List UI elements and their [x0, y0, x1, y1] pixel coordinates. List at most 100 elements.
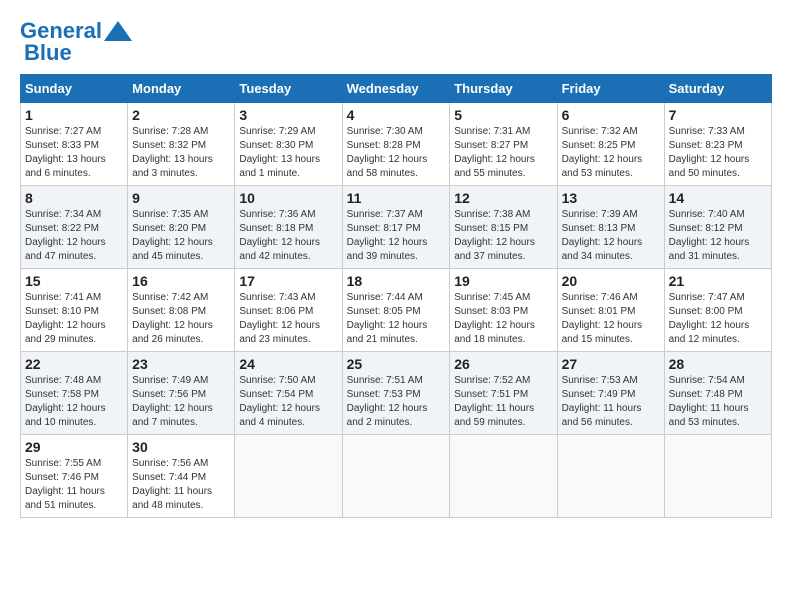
calendar-cell: 4 Sunrise: 7:30 AM Sunset: 8:28 PM Daylig… — [342, 103, 450, 186]
weekday-header-row: SundayMondayTuesdayWednesdayThursdayFrid… — [21, 75, 772, 103]
day-number: 17 — [239, 273, 337, 289]
day-number: 14 — [669, 190, 767, 206]
day-number: 27 — [562, 356, 660, 372]
day-number: 26 — [454, 356, 552, 372]
day-number: 24 — [239, 356, 337, 372]
calendar-cell — [235, 435, 342, 518]
calendar-cell: 23 Sunrise: 7:49 AM Sunset: 7:56 PM Dayli… — [128, 352, 235, 435]
day-number: 28 — [669, 356, 767, 372]
calendar-cell: 7Sunrise: 7:33 AM Sunset: 8:23 PM Daylig… — [664, 103, 771, 186]
day-detail: Sunrise: 7:28 AM Sunset: 8:32 PM Dayligh… — [132, 125, 230, 181]
day-detail: Sunrise: 7:39 AM Sunset: 8:13 PM Dayligh… — [562, 208, 660, 264]
logo-icon — [104, 21, 132, 41]
day-number: 6 — [562, 107, 660, 123]
calendar-cell: 2 Sunrise: 7:28 AM Sunset: 8:32 PM Daylig… — [128, 103, 235, 186]
day-number: 20 — [562, 273, 660, 289]
day-number: 15 — [25, 273, 123, 289]
day-number: 21 — [669, 273, 767, 289]
calendar-cell: 16 Sunrise: 7:42 AM Sunset: 8:08 PM Dayli… — [128, 269, 235, 352]
day-detail: Sunrise: 7:48 AM Sunset: 7:58 PM Dayligh… — [25, 374, 123, 430]
day-detail: Sunrise: 7:49 AM Sunset: 7:56 PM Dayligh… — [132, 374, 230, 430]
calendar-week-row: 1Sunrise: 7:27 AM Sunset: 8:33 PM Daylig… — [21, 103, 772, 186]
day-number: 11 — [347, 190, 446, 206]
calendar-cell: 30 Sunrise: 7:56 AM Sunset: 7:44 PM Dayli… — [128, 435, 235, 518]
day-detail: Sunrise: 7:29 AM Sunset: 8:30 PM Dayligh… — [239, 125, 337, 181]
day-detail: Sunrise: 7:30 AM Sunset: 8:28 PM Dayligh… — [347, 125, 446, 181]
day-number: 22 — [25, 356, 123, 372]
day-number: 19 — [454, 273, 552, 289]
day-detail: Sunrise: 7:33 AM Sunset: 8:23 PM Dayligh… — [669, 125, 767, 181]
calendar-cell: 13 Sunrise: 7:39 AM Sunset: 8:13 PM Dayli… — [557, 186, 664, 269]
calendar-cell: 10 Sunrise: 7:36 AM Sunset: 8:18 PM Dayli… — [235, 186, 342, 269]
day-number: 8 — [25, 190, 123, 206]
day-detail: Sunrise: 7:37 AM Sunset: 8:17 PM Dayligh… — [347, 208, 446, 264]
calendar-week-row: 29 Sunrise: 7:55 AM Sunset: 7:46 PM Dayli… — [21, 435, 772, 518]
day-detail: Sunrise: 7:53 AM Sunset: 7:49 PM Dayligh… — [562, 374, 660, 430]
weekday-header: Wednesday — [342, 75, 450, 103]
day-detail: Sunrise: 7:41 AM Sunset: 8:10 PM Dayligh… — [25, 291, 123, 347]
calendar-cell: 18 Sunrise: 7:44 AM Sunset: 8:05 PM Dayli… — [342, 269, 450, 352]
day-number: 5 — [454, 107, 552, 123]
day-detail: Sunrise: 7:44 AM Sunset: 8:05 PM Dayligh… — [347, 291, 446, 347]
logo: General Blue — [20, 20, 132, 64]
day-detail: Sunrise: 7:32 AM Sunset: 8:25 PM Dayligh… — [562, 125, 660, 181]
day-number: 16 — [132, 273, 230, 289]
weekday-header: Tuesday — [235, 75, 342, 103]
calendar-cell: 3 Sunrise: 7:29 AM Sunset: 8:30 PM Daylig… — [235, 103, 342, 186]
calendar-cell: 29 Sunrise: 7:55 AM Sunset: 7:46 PM Dayli… — [21, 435, 128, 518]
day-detail: Sunrise: 7:34 AM Sunset: 8:22 PM Dayligh… — [25, 208, 123, 264]
day-number: 2 — [132, 107, 230, 123]
calendar-cell: 6 Sunrise: 7:32 AM Sunset: 8:25 PM Daylig… — [557, 103, 664, 186]
day-number: 25 — [347, 356, 446, 372]
calendar-cell — [450, 435, 557, 518]
day-detail: Sunrise: 7:38 AM Sunset: 8:15 PM Dayligh… — [454, 208, 552, 264]
weekday-header: Sunday — [21, 75, 128, 103]
calendar-cell: 11 Sunrise: 7:37 AM Sunset: 8:17 PM Dayli… — [342, 186, 450, 269]
day-detail: Sunrise: 7:52 AM Sunset: 7:51 PM Dayligh… — [454, 374, 552, 430]
day-number: 29 — [25, 439, 123, 455]
calendar-cell: 25Sunrise: 7:51 AM Sunset: 7:53 PM Dayli… — [342, 352, 450, 435]
day-number: 9 — [132, 190, 230, 206]
calendar-cell: 12 Sunrise: 7:38 AM Sunset: 8:15 PM Dayli… — [450, 186, 557, 269]
calendar-cell: 28Sunrise: 7:54 AM Sunset: 7:48 PM Dayli… — [664, 352, 771, 435]
day-number: 1 — [25, 107, 123, 123]
weekday-header: Monday — [128, 75, 235, 103]
day-detail: Sunrise: 7:31 AM Sunset: 8:27 PM Dayligh… — [454, 125, 552, 181]
calendar-cell: 14Sunrise: 7:40 AM Sunset: 8:12 PM Dayli… — [664, 186, 771, 269]
calendar-cell — [664, 435, 771, 518]
day-number: 30 — [132, 439, 230, 455]
day-detail: Sunrise: 7:45 AM Sunset: 8:03 PM Dayligh… — [454, 291, 552, 347]
logo-blue-text: Blue — [24, 42, 72, 64]
day-detail: Sunrise: 7:55 AM Sunset: 7:46 PM Dayligh… — [25, 457, 123, 513]
day-detail: Sunrise: 7:43 AM Sunset: 8:06 PM Dayligh… — [239, 291, 337, 347]
calendar-cell: 21 Sunrise: 7:47 AM Sunset: 8:00 PM Dayli… — [664, 269, 771, 352]
day-detail: Sunrise: 7:42 AM Sunset: 8:08 PM Dayligh… — [132, 291, 230, 347]
calendar-week-row: 22 Sunrise: 7:48 AM Sunset: 7:58 PM Dayli… — [21, 352, 772, 435]
calendar-cell: 26 Sunrise: 7:52 AM Sunset: 7:51 PM Dayli… — [450, 352, 557, 435]
calendar-cell: 17 Sunrise: 7:43 AM Sunset: 8:06 PM Dayli… — [235, 269, 342, 352]
calendar-cell: 5 Sunrise: 7:31 AM Sunset: 8:27 PM Daylig… — [450, 103, 557, 186]
weekday-header: Thursday — [450, 75, 557, 103]
calendar-table: SundayMondayTuesdayWednesdayThursdayFrid… — [20, 74, 772, 518]
day-detail: Sunrise: 7:47 AM Sunset: 8:00 PM Dayligh… — [669, 291, 767, 347]
calendar-cell: 8 Sunrise: 7:34 AM Sunset: 8:22 PM Daylig… — [21, 186, 128, 269]
day-detail: Sunrise: 7:56 AM Sunset: 7:44 PM Dayligh… — [132, 457, 230, 513]
day-number: 13 — [562, 190, 660, 206]
day-number: 23 — [132, 356, 230, 372]
weekday-header: Friday — [557, 75, 664, 103]
weekday-header: Saturday — [664, 75, 771, 103]
calendar-cell — [557, 435, 664, 518]
calendar-cell: 1Sunrise: 7:27 AM Sunset: 8:33 PM Daylig… — [21, 103, 128, 186]
day-number: 4 — [347, 107, 446, 123]
day-number: 12 — [454, 190, 552, 206]
day-number: 3 — [239, 107, 337, 123]
day-detail: Sunrise: 7:36 AM Sunset: 8:18 PM Dayligh… — [239, 208, 337, 264]
calendar-cell: 22 Sunrise: 7:48 AM Sunset: 7:58 PM Dayli… — [21, 352, 128, 435]
day-detail: Sunrise: 7:46 AM Sunset: 8:01 PM Dayligh… — [562, 291, 660, 347]
calendar-cell: 19 Sunrise: 7:45 AM Sunset: 8:03 PM Dayli… — [450, 269, 557, 352]
day-number: 10 — [239, 190, 337, 206]
page-header: General Blue — [20, 20, 772, 64]
calendar-cell: 24Sunrise: 7:50 AM Sunset: 7:54 PM Dayli… — [235, 352, 342, 435]
day-number: 18 — [347, 273, 446, 289]
calendar-cell: 15 Sunrise: 7:41 AM Sunset: 8:10 PM Dayli… — [21, 269, 128, 352]
